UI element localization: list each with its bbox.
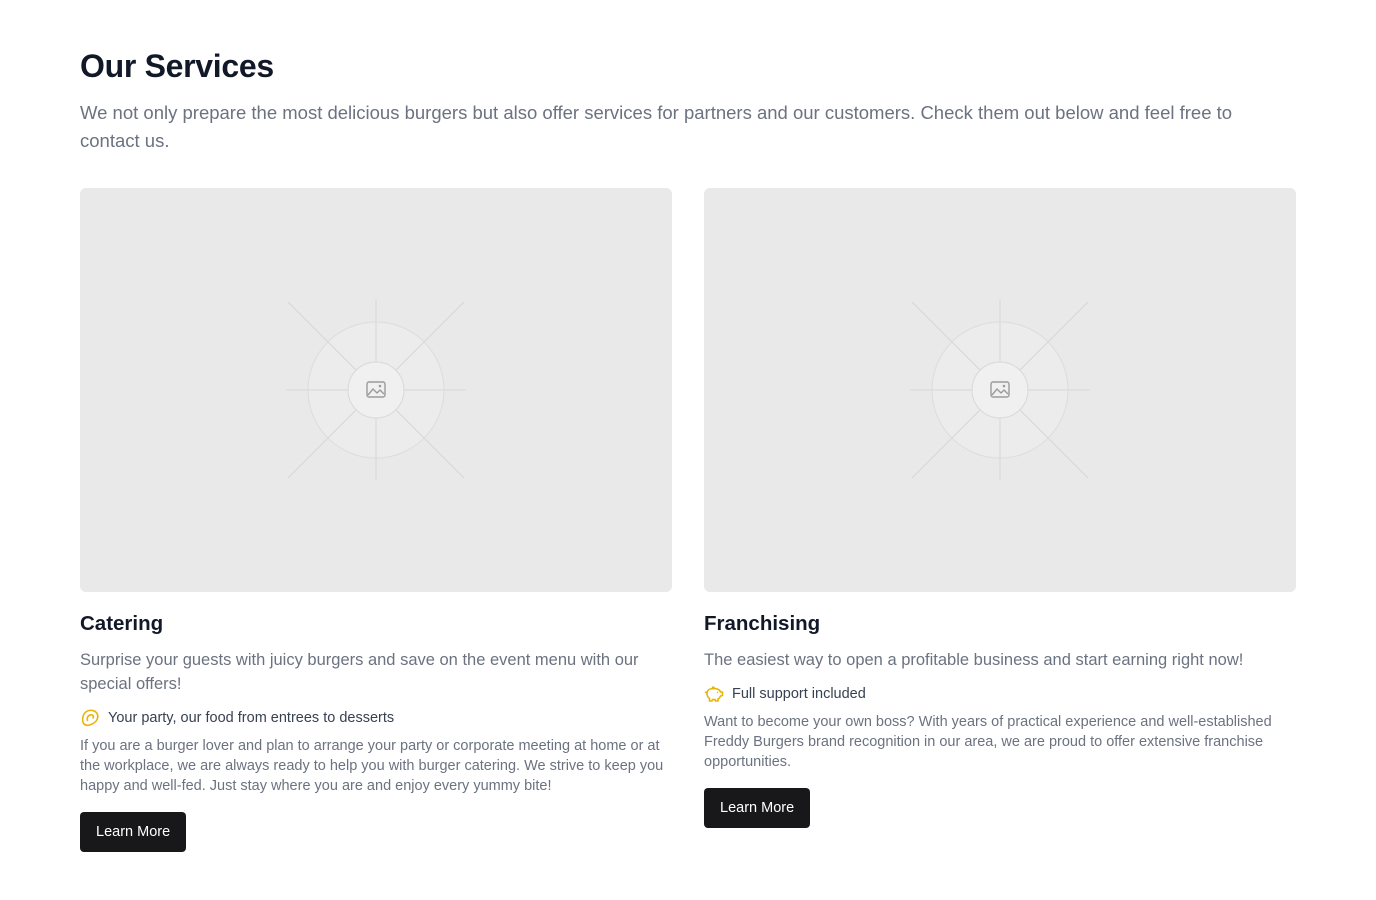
piggy-bank-icon: [704, 684, 724, 704]
section-lead: We not only prepare the most delicious b…: [80, 102, 1233, 151]
service-card-franchising: Franchising The easiest way to open a pr…: [704, 188, 1296, 828]
card-title: Catering: [80, 612, 164, 635]
card-image-placeholder: [704, 188, 1296, 592]
card-body: If you are a burger lover and plan to ar…: [80, 738, 664, 794]
learn-more-button[interactable]: Learn More: [80, 812, 187, 852]
feature-text: Full support included: [732, 686, 866, 702]
learn-more-button[interactable]: Learn More: [704, 788, 811, 828]
card-description: The easiest way to open a profitable bus…: [704, 651, 1244, 669]
card-title: Franchising: [704, 612, 821, 635]
card-feature: Full support included: [704, 684, 1296, 704]
service-card-catering: Catering Surprise your guests with juicy…: [80, 188, 672, 852]
image-placeholder-icon: [910, 300, 1090, 480]
card-image-placeholder: [80, 188, 672, 592]
feature-text: Your party, our food from entrees to des…: [108, 710, 395, 726]
card-feature: Your party, our food from entrees to des…: [80, 708, 672, 728]
page-title: Our Services: [80, 48, 274, 84]
card-body: Want to become your own boss? With years…: [704, 714, 1272, 770]
card-description: Surprise your guests with juicy burgers …: [80, 651, 639, 693]
image-placeholder-icon: [286, 300, 466, 480]
cookie-icon: [80, 708, 100, 728]
